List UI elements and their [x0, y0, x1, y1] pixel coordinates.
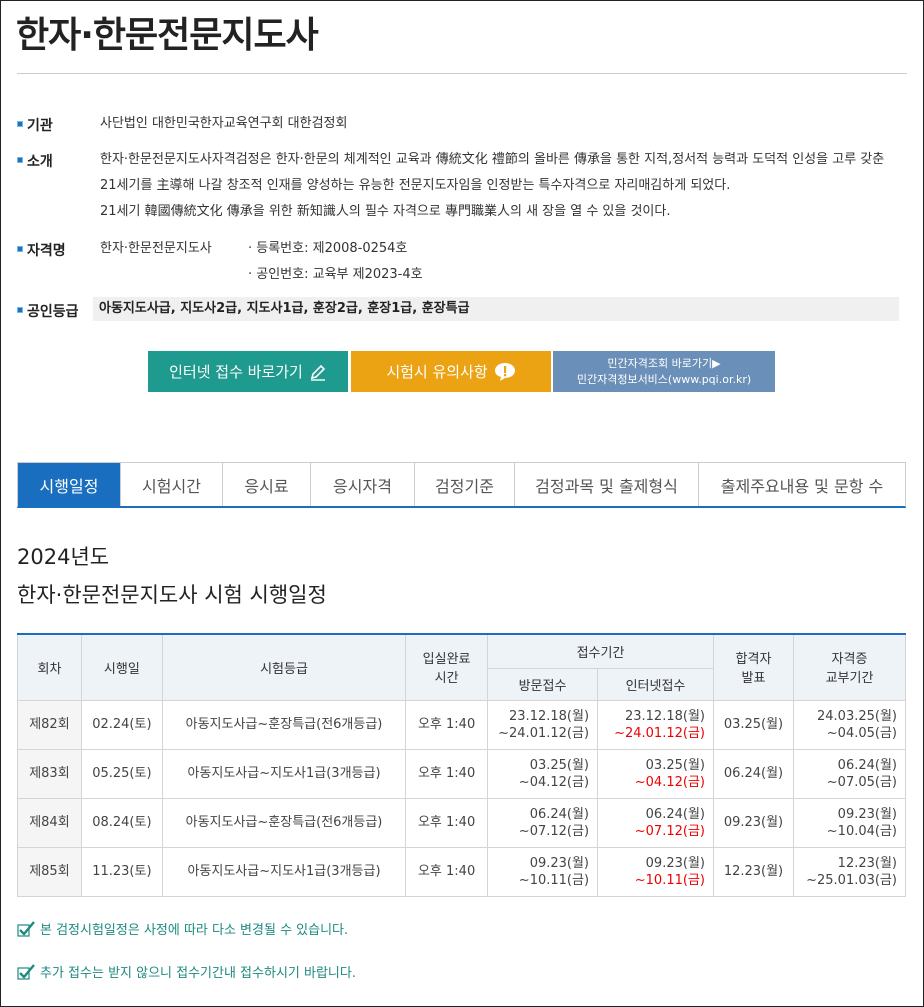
pqi-line1: 민간자격조회 바로가기▶: [607, 356, 721, 370]
cell-time: 오후 1:40: [405, 699, 489, 750]
cell-round: 제84회: [17, 797, 82, 848]
intro-label: 소개: [27, 154, 53, 170]
header-visit: 방문접수: [487, 667, 599, 701]
cell-grade: 아동지도사급~훈장특급(전6개등급): [161, 699, 407, 750]
tab-subjects[interactable]: 검정과목 및 출제형식: [515, 463, 699, 506]
cell-result: 03.25(월): [712, 699, 794, 750]
cell-time: 오후 1:40: [405, 748, 489, 799]
cell-online: 06.24(월) ~07.12(금): [597, 797, 714, 848]
table-row: 제84회 08.24(토) 아동지도사급~훈장특급(전6개등급) 오후 1:40…: [17, 797, 907, 848]
cell-visit: 23.12.18(월) ~24.01.12(금): [487, 699, 599, 750]
cell-date: 08.24(토): [80, 797, 163, 848]
checkmark-icon: [17, 920, 35, 937]
page-title: 한자·한문전문지도사: [16, 15, 319, 56]
intro-text: 한자·한문전문지도사자격검정은 한자·한문의 체계적인 교육과 傳統文化 禮節의…: [100, 147, 884, 225]
schedule-heading: 한자·한문전문지도사 시험 시행일정: [17, 583, 327, 607]
cell-grade: 아동지도사급~지도사1급(3개등급): [161, 748, 407, 799]
cell-grade: 아동지도사급~지도사1급(3개등급): [161, 846, 407, 897]
pqi-link-button[interactable]: 민간자격조회 바로가기▶ 민간자격정보서비스(www.pqi.or.kr): [553, 351, 775, 392]
schedule-year: 2024년도: [17, 545, 110, 569]
table-row: 제83회 05.25(토) 아동지도사급~지도사1급(3개등급) 오후 1:40…: [17, 748, 907, 799]
header-entry-time: 입실완료 시간: [405, 633, 489, 701]
cell-result: 06.24(월): [712, 748, 794, 799]
qual-value: 한자·한문전문지도사: [100, 241, 212, 256]
qual-numbers: · 등록번호: 제2008-0254호 · 공인번호: 교육부 제2023-4호: [248, 236, 423, 288]
reg-number: · 등록번호: 제2008-0254호: [248, 241, 408, 256]
pqi-line2: 민간자격정보서비스(www.pqi.or.kr): [576, 372, 752, 386]
cell-grade: 아동지도사급~훈장특급(전6개등급): [161, 797, 407, 848]
cell-cert: 12.23(월) ~25.01.03(금): [792, 846, 907, 897]
bullet-icon: [17, 246, 23, 252]
cell-online: 03.25(월) ~04.12(금): [597, 748, 714, 799]
table-row: 제85회 11.23(토) 아동지도사급~지도사1급(3개등급) 오후 1:40…: [17, 846, 907, 897]
header-cert: 자격증 교부기간: [792, 633, 907, 701]
cell-round: 제83회: [17, 748, 82, 799]
cell-result: 12.23(월): [712, 846, 794, 897]
header-online: 인터넷접수: [597, 667, 714, 701]
bullet-icon: [17, 307, 23, 313]
online-apply-label: 인터넷 접수 바로가기: [169, 363, 303, 381]
bullet-icon: [17, 157, 23, 163]
pencil-icon: [310, 364, 326, 381]
cell-date: 02.24(토): [80, 699, 163, 750]
intro-line: 21세기를 主導해 나갈 창조적 인재를 양성하는 유능한 전문지도자임을 인정…: [100, 178, 731, 193]
cell-date: 11.23(토): [80, 846, 163, 897]
bullet-icon: [17, 121, 23, 127]
header-date: 시행일: [80, 633, 163, 701]
cell-time: 오후 1:40: [405, 797, 489, 848]
exam-notice-label: 시험시 유의사항: [386, 363, 488, 381]
cell-visit: 06.24(월) ~07.12(금): [487, 797, 599, 848]
agency-value: 사단법인 대한민국한자교육연구회 대한검정회: [100, 116, 348, 131]
schedule-table: 회차 시행일 시험등급 입실완료 시간 접수기간 합격자 발표 자격증 교부기간…: [17, 633, 907, 897]
header-period: 접수기간: [487, 633, 714, 669]
cell-round: 제82회: [17, 699, 82, 750]
tab-fee[interactable]: 응시료: [223, 463, 311, 506]
tab-exam-time[interactable]: 시험시간: [121, 463, 223, 506]
cell-date: 05.25(토): [80, 748, 163, 799]
checkmark-icon: [17, 963, 35, 980]
cell-cert: 09.23(월) ~10.04(금): [792, 797, 907, 848]
grade-value: 아동지도사급, 지도사2급, 지도사1급, 훈장2급, 훈장1급, 훈장특급: [93, 297, 899, 321]
cell-online: 23.12.18(월) ~24.01.12(금): [597, 699, 714, 750]
tab-eligibility[interactable]: 응시자격: [311, 463, 415, 506]
table-row: 제82회 02.24(토) 아동지도사급~훈장특급(전6개등급) 오후 1:40…: [17, 699, 907, 750]
title-divider: [17, 73, 907, 74]
qual-label: 자격명: [27, 243, 66, 259]
cell-visit: 09.23(월) ~10.11(금): [487, 846, 599, 897]
cell-time: 오후 1:40: [405, 846, 489, 897]
tab-content[interactable]: 출제주요내용 및 문항 수: [699, 463, 905, 506]
exam-notice-button[interactable]: 시험시 유의사항: [351, 351, 551, 392]
tab-criteria[interactable]: 검정기준: [415, 463, 515, 506]
tab-schedule[interactable]: 시행일정: [18, 463, 121, 506]
header-grade: 시험등급: [161, 633, 407, 701]
cell-visit: 03.25(월) ~04.12(금): [487, 748, 599, 799]
notice-no-extra-application: 추가 접수는 받지 않으니 접수기간내 접수하시기 바랍니다.: [17, 962, 356, 981]
intro-line: 한자·한문전문지도사자격검정은 한자·한문의 체계적인 교육과 傳統文化 禮節의…: [100, 152, 885, 167]
cell-online: 09.23(월) ~10.11(금): [597, 846, 714, 897]
cell-cert: 24.03.25(월) ~04.05(금): [792, 699, 907, 750]
header-result: 합격자 발표: [712, 633, 794, 701]
header-round: 회차: [17, 633, 82, 701]
cert-number: · 공인번호: 교육부 제2023-4호: [248, 267, 423, 282]
cell-cert: 06.24(월) ~07.05(금): [792, 748, 907, 799]
cell-result: 09.23(월): [712, 797, 794, 848]
notice-schedule-change: 본 검정시험일정은 사정에 따라 다소 변경될 수 있습니다.: [17, 919, 348, 938]
cell-round: 제85회: [17, 846, 82, 897]
intro-line: 21세기 韓國傳統文化 傳承을 위한 新知識人의 필수 자격으로 專門職業人의 …: [100, 204, 671, 219]
info-tabs: 시행일정 시험시간 응시료 응시자격 검정기준 검정과목 및 출제형식 출제주요…: [17, 462, 906, 508]
grade-label: 공인등급: [27, 304, 79, 320]
exclamation-bubble-icon: [494, 362, 515, 381]
online-apply-button[interactable]: 인터넷 접수 바로가기: [148, 351, 348, 392]
agency-label: 기관: [27, 118, 53, 134]
